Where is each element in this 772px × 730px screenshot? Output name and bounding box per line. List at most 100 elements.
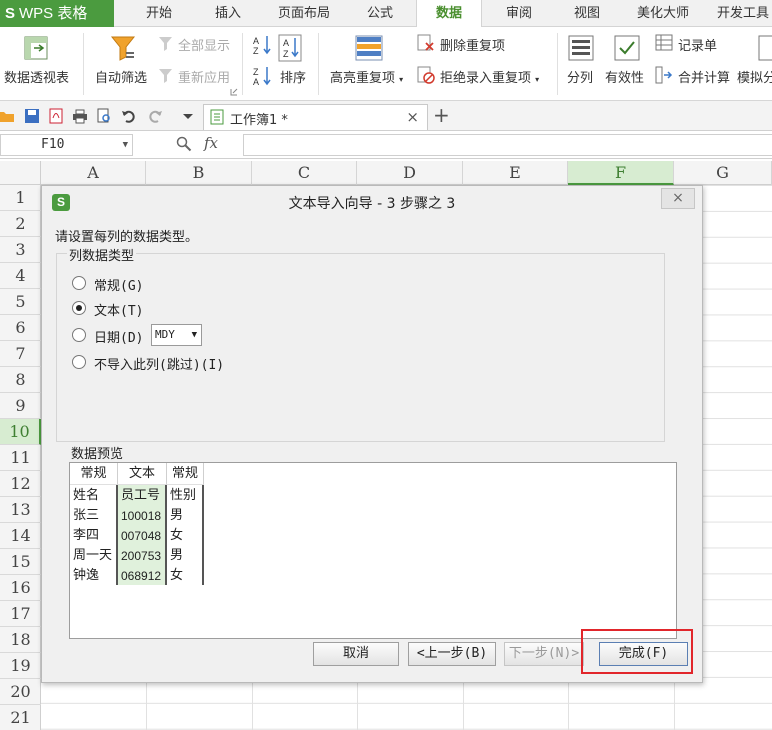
highlight-duplicates-icon[interactable]: [355, 35, 383, 61]
sort-button[interactable]: 排序: [280, 67, 306, 86]
dialog-launcher-icon[interactable]: [230, 88, 238, 96]
row-header[interactable]: 8: [0, 367, 41, 393]
row-header[interactable]: 16: [0, 575, 41, 601]
preview-cell: 068912: [121, 569, 162, 583]
name-box[interactable]: F10 ▼: [0, 134, 133, 156]
redo-icon[interactable]: [147, 108, 163, 124]
row-header[interactable]: 21: [0, 705, 41, 730]
row-header[interactable]: 7: [0, 341, 41, 367]
split-columns-icon[interactable]: [568, 35, 594, 61]
row-headers: 1 2 3 4 5 6 7 8 9 10 11 12 13 14 15 16 1…: [0, 185, 41, 730]
delete-duplicates-button[interactable]: 删除重复项: [440, 35, 505, 54]
radio-button[interactable]: [72, 276, 86, 290]
pivot-table-button[interactable]: 数据透视表: [4, 67, 69, 86]
new-tab-icon[interactable]: +: [433, 103, 450, 127]
sort-descending-icon[interactable]: A Z: [278, 34, 302, 62]
tab-page-layout[interactable]: 页面布局: [268, 0, 340, 27]
column-header-b[interactable]: B: [146, 161, 252, 185]
print-icon[interactable]: [72, 108, 88, 124]
export-pdf-icon[interactable]: [48, 108, 64, 124]
row-header[interactable]: 5: [0, 289, 41, 315]
column-header-a[interactable]: A: [41, 161, 146, 185]
tab-view[interactable]: 视图: [562, 0, 612, 27]
select-all-corner[interactable]: [0, 161, 41, 185]
dialog-title: 文本导入向导 - 3 步骤之 3: [288, 196, 456, 212]
row-header[interactable]: 20: [0, 679, 41, 705]
app-logo[interactable]: S WPS 表格: [0, 0, 114, 27]
record-list-button[interactable]: 记录单: [678, 35, 717, 54]
row-header[interactable]: 9: [0, 393, 41, 419]
reject-duplicates-button[interactable]: 拒绝录入重复项 ▾: [440, 67, 539, 86]
row-header[interactable]: 4: [0, 263, 41, 289]
row-header[interactable]: 10: [0, 419, 41, 445]
svg-text:Z: Z: [283, 49, 289, 59]
sort-ascending-icon[interactable]: A Z: [252, 34, 274, 56]
validity-icon[interactable]: [614, 35, 640, 61]
tab-home[interactable]: 开始: [131, 0, 187, 27]
reject-duplicates-label: 拒绝录入重复项: [440, 71, 532, 86]
row-header[interactable]: 6: [0, 315, 41, 341]
data-preview[interactable]: 常规 文本 常规 姓名 员工号 性别 张三 100018 男 李四 007048…: [69, 462, 677, 639]
column-header-d[interactable]: D: [357, 161, 463, 185]
open-folder-icon[interactable]: [0, 108, 14, 124]
row-header[interactable]: 3: [0, 237, 41, 263]
row-header[interactable]: 12: [0, 471, 41, 497]
tab-data[interactable]: 数据: [416, 0, 482, 28]
simulate-analysis-icon[interactable]: [758, 35, 772, 61]
back-button[interactable]: <上一步(B): [408, 642, 496, 666]
highlight-duplicates-button[interactable]: 高亮重复项 ▾: [330, 67, 403, 86]
simulate-analysis-button[interactable]: 模拟分: [737, 67, 772, 86]
row-header[interactable]: 14: [0, 523, 41, 549]
date-format-select[interactable]: MDY ▼: [151, 324, 202, 346]
highlight-duplicates-label: 高亮重复项: [330, 71, 396, 86]
radio-button[interactable]: [72, 328, 86, 342]
sort-custom-icon[interactable]: Z A: [252, 65, 274, 87]
pivot-table-icon[interactable]: [24, 36, 48, 60]
column-header-c[interactable]: C: [252, 161, 357, 185]
formula-input[interactable]: [243, 134, 772, 156]
preview-cell: 张三: [73, 508, 100, 523]
row-header[interactable]: 11: [0, 445, 41, 471]
undo-icon[interactable]: [121, 108, 137, 124]
document-tab[interactable]: 工作簿1 * ×: [203, 104, 428, 130]
preview-col-type[interactable]: 文本: [118, 463, 167, 485]
row-header[interactable]: 15: [0, 549, 41, 575]
preview-col-type[interactable]: 常规: [70, 463, 118, 485]
close-icon[interactable]: ×: [661, 188, 695, 209]
zoom-icon[interactable]: [176, 136, 192, 152]
tab-beautify[interactable]: 美化大师: [625, 0, 701, 27]
merge-calc-button[interactable]: 合并计算: [678, 67, 730, 86]
row-header[interactable]: 17: [0, 601, 41, 627]
row-header[interactable]: 1: [0, 185, 41, 211]
tab-developer[interactable]: 开发工具: [710, 0, 772, 27]
filter-icon[interactable]: [110, 35, 136, 61]
row-header[interactable]: 13: [0, 497, 41, 523]
auto-filter-button[interactable]: 自动筛选: [95, 67, 147, 86]
cancel-button[interactable]: 取消: [313, 642, 399, 666]
reapply-button[interactable]: 重新应用: [178, 67, 230, 86]
show-all-button[interactable]: 全部显示: [178, 35, 230, 54]
validity-button[interactable]: 有效性: [605, 67, 644, 86]
print-preview-icon[interactable]: [96, 108, 112, 124]
tab-insert[interactable]: 插入: [200, 0, 256, 27]
tab-review[interactable]: 审阅: [494, 0, 544, 27]
row-header[interactable]: 18: [0, 627, 41, 653]
column-header-f[interactable]: F: [568, 161, 674, 185]
save-icon[interactable]: [24, 108, 40, 124]
row-header[interactable]: 19: [0, 653, 41, 679]
radio-button-selected[interactable]: [72, 301, 86, 315]
next-button[interactable]: 下一步(N)>: [504, 642, 584, 666]
column-header-e[interactable]: E: [463, 161, 568, 185]
svg-text:A: A: [253, 77, 259, 87]
tab-formulas[interactable]: 公式: [352, 0, 408, 27]
column-header-g[interactable]: G: [674, 161, 772, 185]
preview-col-type[interactable]: 常规: [167, 463, 204, 485]
chevron-down-icon[interactable]: ▼: [123, 135, 128, 155]
split-button[interactable]: 分列: [567, 67, 593, 86]
close-tab-icon[interactable]: ×: [406, 108, 419, 126]
row-header[interactable]: 2: [0, 211, 41, 237]
chevron-down-icon[interactable]: ▼: [192, 325, 197, 345]
insert-function-icon[interactable]: fx: [204, 134, 218, 152]
radio-button[interactable]: [72, 355, 86, 369]
customize-dropdown-icon[interactable]: [180, 108, 196, 124]
